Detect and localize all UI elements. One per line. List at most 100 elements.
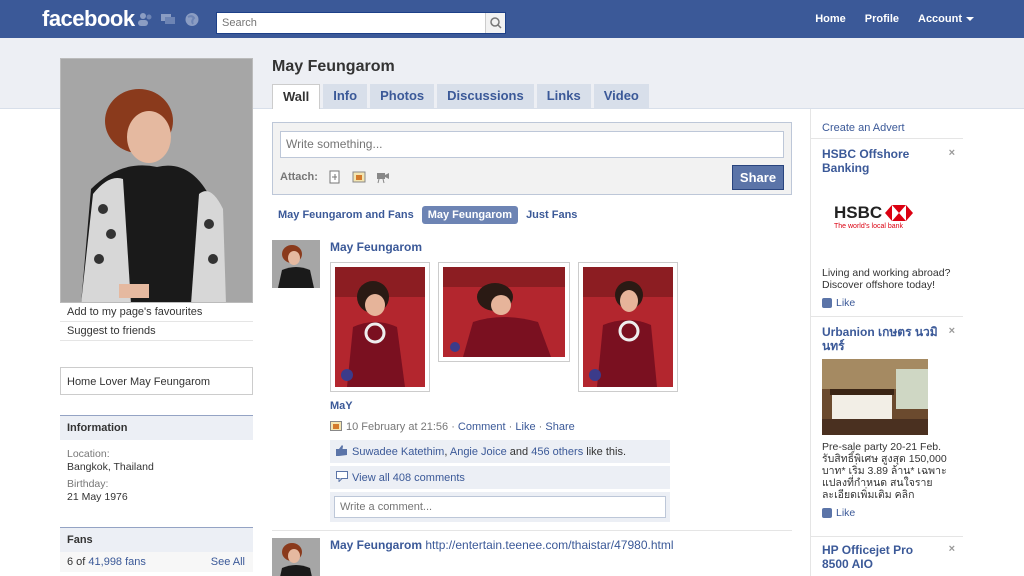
nav-profile[interactable]: Profile (857, 13, 907, 25)
hsbc-logo-row: HSBC (834, 203, 952, 223)
fans-prefix: 6 of (67, 556, 89, 568)
comment-input[interactable] (334, 496, 666, 518)
story-headline: May Feungarom http://entertain.teenee.co… (330, 538, 674, 552)
fans-heading: Fans (60, 527, 253, 552)
ad-urbanion[interactable]: Urbanion เกษตร นวมินทร์ × Pre-sale party… (811, 317, 963, 537)
photo-drawing (443, 267, 565, 357)
page-category-box: Home Lover May Feungarom (60, 367, 253, 395)
nav-home[interactable]: Home (807, 13, 854, 25)
ad-title[interactable]: HP Officejet Pro 8500 AIO (822, 543, 942, 571)
attach-link-icon[interactable] (328, 170, 342, 184)
share-link[interactable]: Share (545, 421, 574, 433)
ad-like[interactable]: Like (822, 297, 952, 309)
profile-tabs: Wall Info Photos Discussions Links Video (272, 84, 652, 109)
thumbs-up-icon (336, 445, 347, 456)
messages-icon[interactable] (160, 12, 176, 27)
liker-2[interactable]: Angie Joice (450, 446, 507, 458)
notifications-globe-icon[interactable] (184, 12, 200, 27)
nav-account[interactable]: Account (910, 13, 982, 25)
story-author[interactable]: May Feungarom (330, 538, 422, 552)
comment-bubble-icon (336, 471, 348, 483)
ad-image[interactable] (822, 359, 928, 435)
birthday-label: Birthday: (67, 478, 109, 490)
comment-box (330, 491, 670, 522)
hsbc-tagline: The world's local bank (834, 223, 904, 230)
top-bar-inner: facebook Home Profile Account (32, 0, 982, 38)
fans-count-link[interactable]: 41,998 fans (88, 556, 146, 568)
tab-info[interactable]: Info (323, 84, 368, 108)
share-button[interactable]: Share (732, 165, 784, 190)
attach-bar: Attach: (280, 170, 390, 184)
facebook-logo[interactable]: facebook (42, 6, 135, 32)
bedroom-image (822, 359, 928, 435)
chevron-down-icon (966, 17, 974, 22)
filter-just-fans[interactable]: Just Fans (520, 206, 583, 224)
create-advert-link[interactable]: Create an Advert (822, 122, 905, 134)
filter-page-only[interactable]: May Feungarom (421, 206, 519, 224)
avatar-image (272, 240, 320, 288)
likers-others-link[interactable]: 456 others (531, 446, 583, 458)
tab-video[interactable]: Video (593, 84, 649, 108)
information-heading: Information (60, 415, 253, 440)
comment-link[interactable]: Comment (458, 421, 506, 433)
ad-hp[interactable]: HP Officejet Pro 8500 AIO × (811, 537, 963, 576)
story-author[interactable]: May Feungarom (330, 240, 422, 254)
close-icon[interactable]: × (949, 543, 955, 555)
fans-summary: 6 of 41,998 fans See All (60, 552, 253, 572)
ad-title[interactable]: HSBC Offshore Banking (822, 147, 942, 175)
status-input[interactable] (280, 131, 784, 158)
author-avatar[interactable] (272, 538, 320, 576)
photo-image (443, 267, 565, 357)
story-photo-2[interactable] (438, 262, 570, 362)
add-to-favourites-link[interactable]: Add to my page's favourites (60, 303, 253, 322)
close-icon[interactable]: × (949, 147, 955, 159)
search-button[interactable] (485, 13, 505, 33)
attach-video-icon[interactable] (376, 170, 390, 184)
likers-and: and (509, 446, 529, 458)
search-box (216, 12, 506, 34)
ad-body: Living and working abroad? Discover offs… (822, 267, 951, 291)
page-title: May Feungarom (272, 58, 395, 75)
photo-image (583, 267, 673, 387)
liker-1[interactable]: Suwadee Katethim (352, 446, 444, 458)
story-photo-3[interactable] (578, 262, 678, 392)
search-input[interactable] (217, 13, 482, 33)
story-link-url[interactable]: http://entertain.teenee.com/thaistar/479… (425, 538, 673, 552)
ad-hsbc[interactable]: HSBC Offshore Banking × HSBC The world's… (811, 139, 963, 317)
close-icon[interactable]: × (949, 325, 955, 337)
attach-label: Attach: (280, 171, 318, 183)
see-all-fans-link[interactable]: See All (211, 556, 245, 568)
story-timestamp[interactable]: 10 February at 21:56 (346, 421, 448, 433)
likers-suffix: like this. (586, 446, 627, 458)
author-avatar[interactable] (272, 240, 320, 288)
ad-like-label: Like (836, 297, 856, 309)
story-photo-1[interactable] (330, 262, 430, 392)
filter-page-and-fans[interactable]: May Feungarom and Fans (272, 206, 420, 224)
ad-title[interactable]: Urbanion เกษตร นวมินทร์ (822, 325, 942, 353)
friend-requests-icon[interactable] (137, 12, 153, 27)
profile-picture[interactable] (60, 58, 253, 303)
top-bar: facebook Home Profile Account (0, 0, 1024, 38)
main-column: May Feungarom Wall Info Photos Discussio… (272, 58, 792, 576)
thumbs-up-icon (822, 298, 832, 308)
photo-drawing (335, 267, 425, 387)
tab-wall[interactable]: Wall (272, 84, 321, 109)
nav-account-label: Account (918, 13, 962, 25)
view-comments-row[interactable]: View all 408 comments (330, 465, 670, 489)
ad-like[interactable]: Like (822, 507, 952, 519)
wall-story: May Feungarom MaY 10 February at 21:56 ·… (272, 240, 792, 530)
suggest-to-friends-link[interactable]: Suggest to friends (60, 322, 253, 341)
like-link[interactable]: Like (515, 421, 535, 433)
likes-row: Suwadee Katethim, Angie Joice and 456 ot… (330, 440, 670, 463)
tab-discussions[interactable]: Discussions (437, 84, 534, 108)
attach-photo-icon[interactable] (352, 170, 366, 184)
tab-links[interactable]: Links (536, 84, 591, 108)
view-all-comments-link[interactable]: View all 408 comments (352, 472, 465, 484)
avatar-image (272, 538, 320, 576)
wall-filters: May Feungarom and Fans May Feungarom Jus… (272, 206, 585, 224)
search-icon (490, 17, 502, 29)
tab-photos[interactable]: Photos (370, 84, 435, 108)
album-title-link[interactable]: MaY (330, 400, 353, 412)
hsbc-logo[interactable]: HSBC The world's local bank (834, 203, 952, 245)
story-divider (272, 530, 792, 531)
